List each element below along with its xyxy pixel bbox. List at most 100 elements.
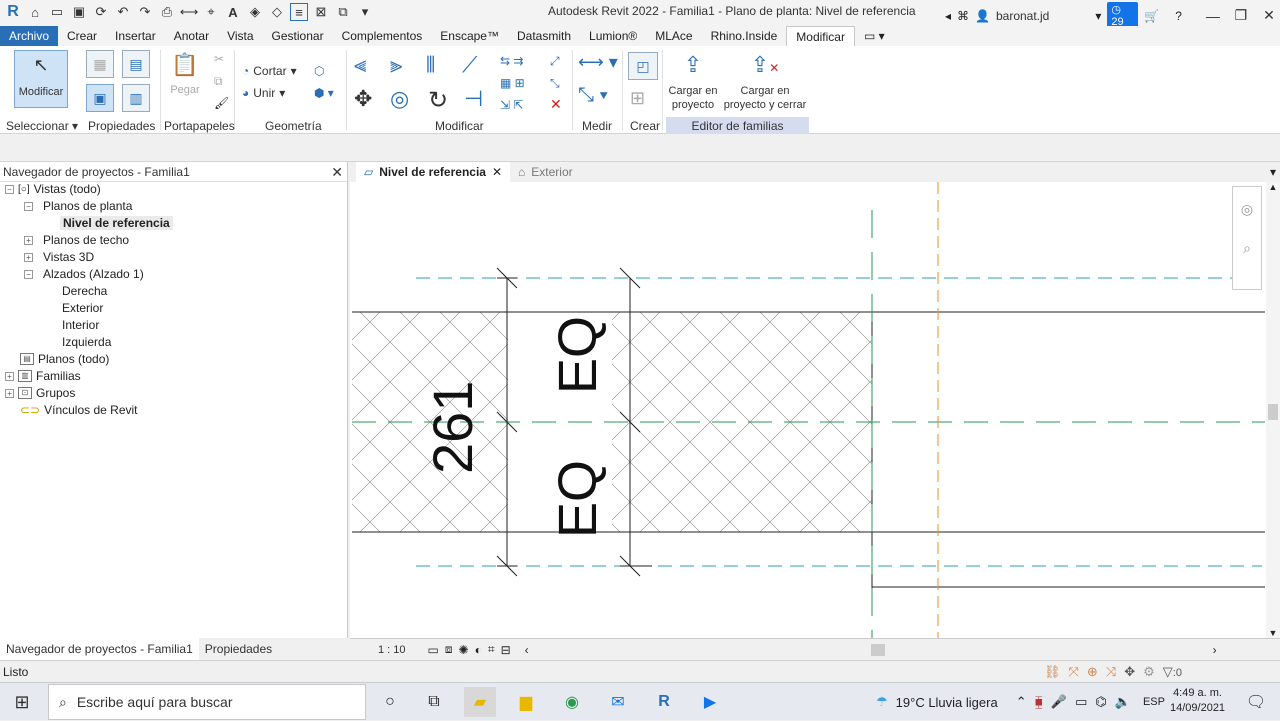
steering-wheel-icon[interactable]: ◎ — [1233, 201, 1261, 218]
tree-grupos[interactable]: + ⊡ Grupos — [5, 385, 75, 401]
clock[interactable]: 4:49 a. m. 14/09/2021 — [1170, 686, 1225, 716]
tree-izquierda[interactable]: Izquierda — [62, 334, 111, 350]
offset-icon[interactable]: ⫸ — [390, 52, 402, 78]
chevron-right-icon[interactable]: › — [1213, 643, 1217, 657]
tab-complementos[interactable]: Complementos — [333, 26, 432, 46]
close-hidden-icon[interactable]: ⊠ — [312, 3, 330, 21]
save-icon[interactable]: ▣ — [70, 3, 88, 21]
zoom-icon[interactable]: ⌕ — [1233, 240, 1261, 257]
properties-icon[interactable]: ▣ — [86, 84, 114, 112]
tree-planos-todo[interactable]: ▤ Planos (todo) — [20, 351, 109, 367]
family-category-icon[interactable]: ▤ — [122, 50, 150, 78]
filter-icon[interactable]: ▽:0 — [1163, 664, 1182, 680]
redo-icon[interactable]: ↷ — [136, 3, 154, 21]
tab-mlace[interactable]: MLAce — [646, 26, 701, 46]
chevron-left-icon[interactable]: ‹ — [525, 643, 529, 657]
binoculars-icon[interactable]: ⌘ — [957, 9, 969, 23]
weather-text[interactable]: 19°C Lluvia ligera — [896, 695, 998, 710]
notification-center-icon[interactable]: 🗨 — [1240, 687, 1272, 717]
cut-icon[interactable]: ✂ — [214, 52, 224, 66]
hide-icon[interactable]: ⊟ — [501, 643, 511, 657]
expand-icon[interactable]: + — [24, 252, 33, 262]
unir-dropdown[interactable]: ◕ Unir ▾ — [242, 86, 285, 100]
tab-properties[interactable]: Propiedades — [199, 638, 278, 660]
tag-icon[interactable]: ⌖ — [202, 3, 220, 21]
home-icon[interactable]: ⌂ — [26, 3, 44, 21]
chevron-up-icon[interactable]: ⌃ — [1016, 694, 1027, 710]
notifications-badge[interactable]: ◷ 29 — [1107, 2, 1139, 29]
mail-icon[interactable]: ✉ — [602, 687, 634, 717]
cart-icon[interactable]: 🛒 — [1144, 9, 1159, 23]
view-tab-nivel-referencia[interactable]: ▱ Nivel de referencia ✕ — [356, 162, 511, 182]
tab-datasmith[interactable]: Datasmith — [508, 26, 580, 46]
file-explorer-icon[interactable]: ▆ — [510, 687, 542, 717]
minimize-button[interactable]: — — [1202, 8, 1224, 24]
revit-app-icon[interactable]: R — [648, 687, 680, 717]
microphone-icon[interactable]: 🎤 — [1051, 694, 1067, 710]
split-icon[interactable]: ⇆ ⇉ — [500, 54, 523, 68]
user-icon[interactable]: 👤 — [975, 9, 990, 23]
app-tray-icon[interactable]: ⧯ — [1035, 694, 1043, 710]
sticky-notes-icon[interactable]: ▰ — [464, 687, 496, 717]
eq-label-top[interactable]: EQ — [548, 316, 608, 394]
open-icon[interactable]: ▭ — [48, 3, 66, 21]
vertical-scrollbar[interactable]: ▲ ▼ — [1266, 182, 1280, 638]
match-type-icon[interactable]: 🖌 — [214, 96, 229, 110]
section-icon[interactable]: ◇ — [268, 3, 286, 21]
select-underlay-icon[interactable]: ⤧ — [1069, 664, 1079, 680]
cortana-icon[interactable]: ○ — [374, 687, 406, 717]
tab-lumion[interactable]: Lumion® — [580, 26, 646, 46]
3d-view-icon[interactable]: ◈ — [246, 3, 264, 21]
customize-qat-icon[interactable]: ▾ — [356, 3, 374, 21]
split-face-icon[interactable]: ⬢ ▾ — [314, 86, 334, 100]
revit-logo-icon[interactable]: R — [4, 3, 22, 21]
language-indicator[interactable]: ESP — [1143, 696, 1165, 708]
unpin-icon[interactable]: ⤡ — [550, 76, 560, 91]
wall-joins-icon[interactable]: ⬡ — [314, 64, 324, 78]
task-view-icon[interactable]: ⧉ — [418, 687, 450, 717]
user-name[interactable]: baronat.jd — [996, 9, 1049, 23]
tree-planos-planta[interactable]: − Planos de planta — [24, 198, 132, 214]
drawing-svg[interactable]: 261 EQ EQ — [350, 182, 1280, 638]
type-properties-icon[interactable]: ▥ — [122, 84, 150, 112]
tree-familias[interactable]: + ▥ Familias — [5, 368, 81, 384]
background-process-icon[interactable]: ⚙ — [1143, 664, 1155, 680]
tab-enscape[interactable]: Enscape™ — [431, 26, 508, 46]
family-types-icon[interactable]: ▦ — [86, 50, 114, 78]
view-tab-exterior[interactable]: ⌂ Exterior — [510, 162, 581, 182]
restore-button[interactable]: ❐ — [1230, 7, 1252, 24]
tree-vinculos[interactable]: ⊂⊃ Vínculos de Revit — [20, 402, 138, 418]
tree-exterior[interactable]: Exterior — [62, 300, 103, 316]
copy-element-icon[interactable]: ◎ — [390, 86, 409, 112]
measure-icon[interactable]: ⟷ — [180, 3, 199, 21]
tab-insertar[interactable]: Insertar — [106, 26, 165, 46]
chrome-icon[interactable]: ◉ — [556, 687, 588, 717]
help-icon[interactable]: ? — [1175, 9, 1182, 23]
scale-icon[interactable]: ⇲ ⇱ — [500, 98, 523, 112]
collapse-icon[interactable]: − — [24, 269, 33, 279]
expand-icon[interactable]: + — [5, 371, 14, 381]
create-group-icon[interactable]: ⊞ — [630, 88, 645, 109]
tree-derecha[interactable]: Derecha — [62, 283, 107, 299]
view-scale[interactable]: 1 : 10 — [378, 644, 406, 656]
array-icon[interactable]: ▦ ⊞ — [500, 76, 525, 90]
chevron-down-icon[interactable]: ▾ — [1095, 9, 1101, 23]
close-icon[interactable]: ✕ — [492, 162, 502, 182]
close-button[interactable]: ✕ — [1258, 7, 1280, 24]
detail-level-icon[interactable]: ▭ — [428, 643, 439, 657]
cortar-dropdown[interactable]: ◔ Cortar ▾ — [242, 64, 297, 78]
volume-icon[interactable]: 🔈 — [1115, 694, 1131, 710]
zoom-app-icon[interactable]: ▶ — [694, 687, 726, 717]
move-icon[interactable]: ✥ — [354, 86, 372, 112]
ribbon-options-icon[interactable]: ▭ ▾ — [855, 26, 894, 46]
modificar-tool-button[interactable]: ↖ Modificar — [14, 50, 68, 108]
tab-anotar[interactable]: Anotar — [165, 26, 218, 46]
tab-project-browser[interactable]: Navegador de proyectos - Familia1 — [0, 638, 199, 660]
sync-icon[interactable]: ⟳ — [92, 3, 110, 21]
pegar-button[interactable]: 📋 Pegar — [168, 52, 202, 96]
tab-crear[interactable]: Crear — [58, 26, 106, 46]
aligned-dimension-icon[interactable]: ⟷ ▾ — [578, 52, 618, 73]
mirror-draw-icon[interactable]: ⟋ — [462, 52, 477, 78]
cargar-proyecto-button[interactable]: ⇪ Cargar en proyecto — [666, 52, 720, 112]
scroll-up-icon[interactable]: ▲ — [1266, 182, 1280, 192]
